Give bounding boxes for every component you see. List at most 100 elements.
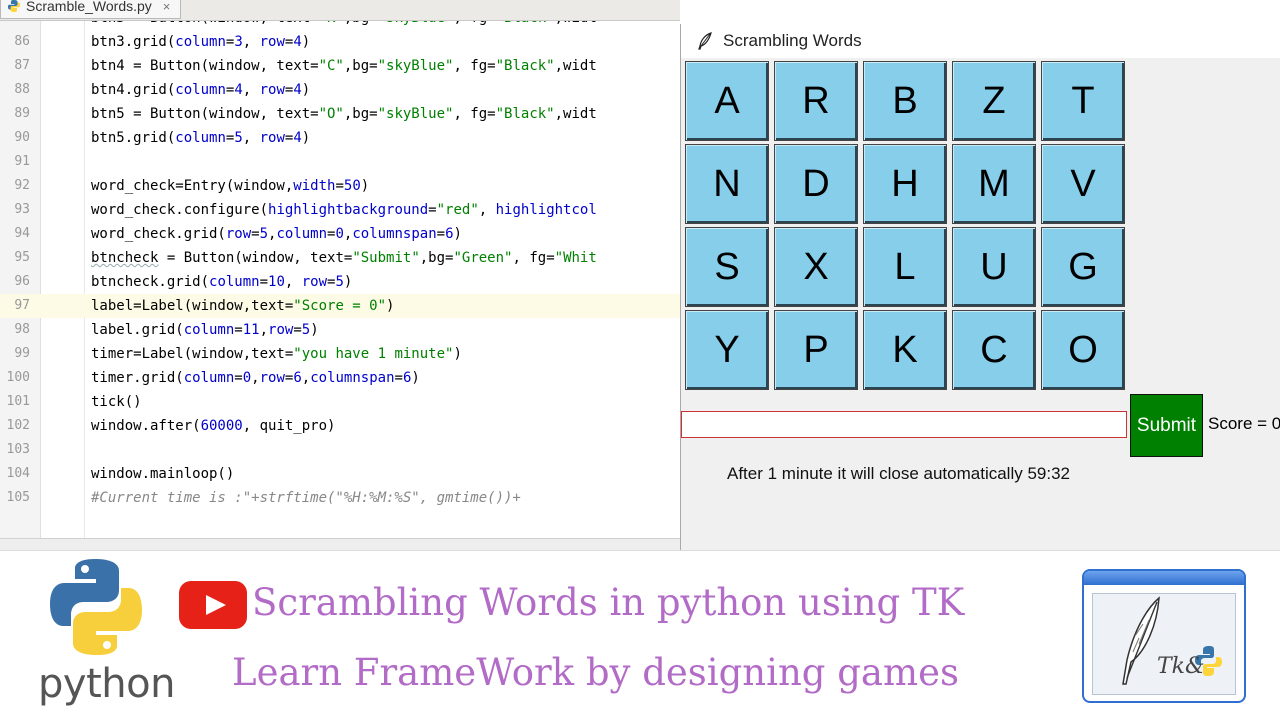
code-token: ,widt (554, 106, 597, 122)
code-token: ,bg= (343, 106, 378, 122)
letter-button[interactable]: Y (685, 310, 769, 390)
code-line[interactable]: 103 (0, 438, 680, 462)
code-token: = (293, 322, 302, 338)
code-token: column (175, 34, 226, 50)
code-token: highlightbackground (268, 202, 429, 218)
code-token: "Score = 0" (293, 298, 387, 314)
line-number: 88 (14, 82, 30, 97)
code-token: "you have 1 minute" (293, 346, 454, 362)
letter-button[interactable]: D (774, 144, 858, 224)
code-line[interactable]: 100 timer.grid(column=0,row=6,columnspan=… (0, 366, 680, 390)
code-token: btn5 = Button(window, text= (91, 106, 319, 122)
letter-button[interactable]: Z (952, 61, 1036, 141)
letter-button[interactable]: U (952, 227, 1036, 307)
code-text: window.after(60000, quit_pro) (91, 414, 335, 438)
line-number: 93 (14, 202, 30, 217)
code-token: btn3.grid( (91, 34, 176, 50)
line-number: 105 (6, 490, 30, 505)
code-token: 11 (242, 322, 260, 338)
letter-button[interactable]: H (863, 144, 947, 224)
code-token: column (276, 226, 328, 242)
code-token: column (175, 130, 226, 146)
code-token: = (394, 370, 403, 386)
code-token: ) (453, 226, 462, 242)
code-line[interactable]: 98 label.grid(column=11,row=5) (0, 318, 680, 342)
code-line[interactable]: 93 word_check.configure(highlightbackgrou… (0, 198, 680, 222)
line-number: 94 (14, 226, 30, 241)
code-token: word_check=Entry(window, (91, 178, 294, 194)
headline-subtitle: Learn FrameWork by designing games (232, 651, 959, 694)
score-label: Score = 0 (1208, 414, 1280, 433)
code-token: = (436, 226, 446, 242)
tk-titlebar[interactable]: Scrambling Words (681, 24, 1280, 58)
letter-button[interactable]: X (774, 227, 858, 307)
code-area[interactable]: 85btn3 = Button(window, text="K",bg="sky… (0, 6, 680, 510)
code-line[interactable]: 97 label=Label(window,text="Score = 0") (0, 294, 680, 318)
code-token: "Black" (495, 106, 555, 122)
code-line[interactable]: 99 timer=Label(window,text="you have 1 mi… (0, 342, 680, 366)
code-token: , (242, 130, 260, 146)
code-line[interactable]: 89 btn5 = Button(window, text="O",bg="sky… (0, 102, 680, 126)
letter-button[interactable]: G (1041, 227, 1125, 307)
letter-button[interactable]: N (685, 144, 769, 224)
letter-button[interactable]: V (1041, 144, 1125, 224)
code-line[interactable]: 94 word_check.grid(row=5,column=0,columns… (0, 222, 680, 246)
code-line[interactable]: 102 window.after(60000, quit_pro) (0, 414, 680, 438)
letter-button[interactable]: A (685, 61, 769, 141)
code-text: btn5 = Button(window, text="O",bg="skyBl… (91, 102, 597, 126)
letter-button[interactable]: R (774, 61, 858, 141)
code-line[interactable]: 87 btn4 = Button(window, text="C",bg="sky… (0, 54, 680, 78)
code-editor[interactable]: 85btn3 = Button(window, text="K",bg="sky… (0, 0, 680, 550)
letter-grid: ARBZT NDHMV SXLUG YPKCO (685, 61, 1127, 393)
code-text: #Current time is :"+strftime("%H:%M:%S",… (91, 486, 521, 510)
letter-button[interactable]: S (685, 227, 769, 307)
code-line[interactable]: 95 btncheck = Button(window, text="Submit… (0, 246, 680, 270)
code-token: window.mainloop() (91, 466, 235, 482)
submit-button[interactable]: Submit (1130, 394, 1203, 457)
letter-button[interactable]: O (1041, 310, 1125, 390)
code-line[interactable]: 101 tick() (0, 390, 680, 414)
code-token: , (259, 322, 269, 338)
letter-button[interactable]: T (1041, 61, 1125, 141)
code-token: "C" (318, 58, 344, 74)
code-token: tick() (91, 394, 142, 410)
code-line[interactable]: 92 word_check=Entry(window,width=50) (0, 174, 680, 198)
tab-scramble-words[interactable]: Scramble_Words.py × (0, 0, 182, 19)
editor-bottom-bar (0, 538, 680, 550)
word-entry-field[interactable] (681, 411, 1127, 438)
code-token: 5 (259, 226, 269, 242)
letter-button[interactable]: C (952, 310, 1036, 390)
code-token: , (242, 34, 260, 50)
code-line[interactable]: 96 btncheck.grid(column=10, row=5) (0, 270, 680, 294)
line-number: 102 (6, 418, 30, 433)
letter-button[interactable]: B (863, 61, 947, 141)
tk-window[interactable]: Scrambling Words ARBZT NDHMV SXLUG YPKCO Su… (680, 24, 1280, 550)
code-token: = Button(window, text= (158, 250, 353, 266)
code-text: label.grid(column=11,row=5) (91, 318, 319, 342)
letter-button[interactable]: P (774, 310, 858, 390)
code-token: btncheck (91, 250, 159, 266)
letter-button[interactable]: K (863, 310, 947, 390)
letter-button[interactable]: M (952, 144, 1036, 224)
code-line[interactable]: 91 (0, 150, 680, 174)
code-token: row (259, 130, 285, 146)
code-token: , (301, 370, 311, 386)
feather-icon (698, 32, 712, 50)
code-text: timer=Label(window,text="you have 1 minu… (91, 342, 462, 366)
code-token: , fg= (512, 250, 555, 266)
code-line[interactable]: 88 btn4.grid(column=4, row=4) (0, 78, 680, 102)
code-line[interactable]: 86 btn3.grid(column=3, row=4) (0, 30, 680, 54)
code-line[interactable]: 105 #Current time is :"+strftime("%H:%M:%… (0, 486, 680, 510)
code-token: , fg= (453, 106, 496, 122)
tab-close-icon[interactable]: × (163, 0, 171, 14)
code-token: "skyBlue" (377, 58, 454, 74)
letter-button[interactable]: L (863, 227, 947, 307)
code-line[interactable]: 104 window.mainloop() (0, 462, 680, 486)
code-token: 60000 (200, 418, 243, 434)
line-number: 86 (14, 34, 30, 49)
code-line[interactable]: 90 btn5.grid(column=5, row=4) (0, 126, 680, 150)
code-text: btn5.grid(column=5, row=4) (91, 126, 310, 150)
code-token: row (259, 82, 285, 98)
python-file-icon (8, 0, 20, 12)
line-number: 98 (14, 322, 30, 337)
